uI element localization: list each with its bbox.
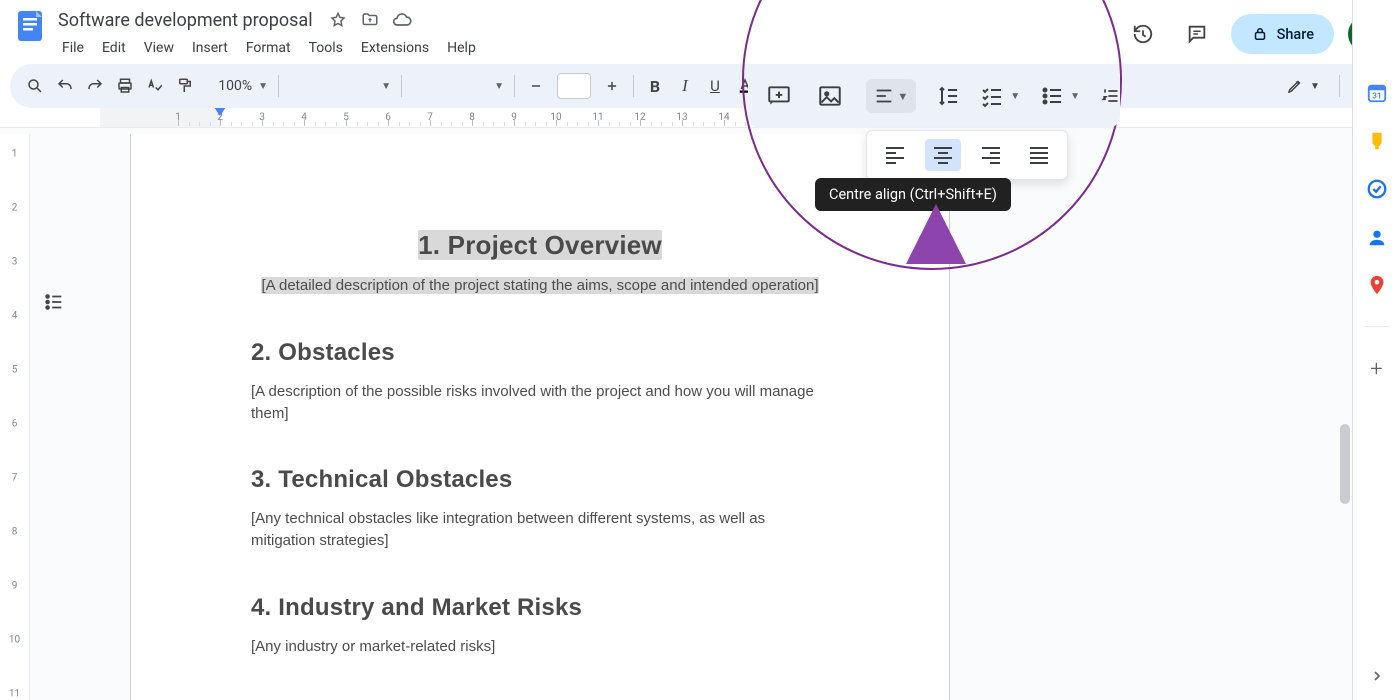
section-heading[interactable]: 2. Obstacles (251, 339, 829, 367)
italic-button[interactable]: I (670, 71, 700, 101)
editing-mode-dropdown[interactable]: ▼ (1273, 71, 1333, 101)
comments-button[interactable] (1177, 14, 1217, 54)
side-panel: 31 + (1352, 0, 1400, 700)
separator (633, 75, 634, 97)
styles-dropdown[interactable]: ▼ (285, 71, 395, 101)
section-body[interactable]: [Any industry or market-related risks] (251, 636, 829, 658)
section-heading[interactable]: 1. Project Overview (251, 230, 829, 261)
font-size-input[interactable] (557, 73, 591, 99)
separator (514, 75, 515, 97)
toolbar: 100%▼ ▼ ▼ B I U ▼ (10, 64, 1390, 108)
section-body[interactable]: [A detailed description of the project s… (251, 275, 829, 297)
search-menus-button[interactable] (20, 71, 50, 101)
section-heading[interactable]: 4. Industry and Market Risks (251, 594, 829, 622)
app-header: Software development proposal File Edit … (0, 0, 1400, 60)
menu-format[interactable]: Format (238, 36, 299, 60)
svg-text:31: 31 (1372, 92, 1381, 102)
align-justify-option[interactable] (1021, 139, 1057, 171)
star-icon[interactable] (327, 9, 349, 31)
font-size-increase[interactable] (597, 71, 627, 101)
print-button[interactable] (110, 71, 140, 101)
paint-format-button[interactable] (170, 71, 200, 101)
numbered-list-button[interactable] (1100, 79, 1120, 113)
undo-button[interactable] (50, 71, 80, 101)
vertical-ruler[interactable]: 1234567891011 (0, 134, 30, 700)
keep-app-icon[interactable] (1366, 130, 1388, 152)
tasks-app-icon[interactable] (1366, 178, 1388, 200)
zoom-value: 100% (218, 78, 252, 94)
redo-button[interactable] (80, 71, 110, 101)
insert-image-button[interactable] (815, 79, 846, 113)
share-label: Share (1277, 26, 1314, 43)
side-panel-separator (1365, 326, 1389, 327)
align-options-popup (866, 130, 1068, 180)
calendar-app-icon[interactable]: 31 (1366, 82, 1388, 104)
workspace: 1234567891011 1. Project Overview [A deta… (0, 134, 1352, 700)
cloud-saved-icon[interactable] (391, 9, 413, 31)
magnified-toolbar-segment: ▼ ▼ ▼ (748, 64, 1120, 128)
tooltip: Centre align (Ctrl+Shift+E) (815, 178, 1011, 211)
checklist-button[interactable]: ▼ (980, 84, 1020, 108)
spellcheck-button[interactable] (140, 71, 170, 101)
align-center-option[interactable] (925, 139, 961, 171)
font-size-decrease[interactable] (521, 71, 551, 101)
menu-extensions[interactable]: Extensions (353, 36, 437, 60)
version-history-button[interactable] (1123, 14, 1163, 54)
font-family-dropdown[interactable]: ▼ (408, 71, 508, 101)
align-dropdown-button[interactable]: ▼ (866, 79, 917, 113)
menu-file[interactable]: File (54, 36, 92, 60)
vertical-scrollbar[interactable] (1338, 134, 1352, 700)
document-page[interactable]: 1. Project Overview [A detailed descripti… (130, 134, 950, 700)
get-addons-button[interactable]: + (1370, 357, 1382, 382)
separator (401, 75, 402, 97)
contacts-app-icon[interactable] (1366, 226, 1388, 248)
section-body[interactable]: [Any technical obstacles like integratio… (251, 508, 829, 552)
share-button[interactable]: Share (1231, 14, 1334, 54)
zoom-dropdown[interactable]: 100%▼ (200, 71, 272, 101)
hide-side-panel-button[interactable] (1369, 668, 1385, 688)
separator (1339, 75, 1340, 97)
menu-edit[interactable]: Edit (94, 36, 134, 60)
separator (278, 75, 279, 97)
align-right-option[interactable] (973, 139, 1009, 171)
add-comment-button[interactable] (764, 79, 795, 113)
line-spacing-button[interactable] (936, 84, 960, 108)
menu-tools[interactable]: Tools (301, 36, 351, 60)
docs-logo[interactable] (10, 6, 50, 46)
section-body[interactable]: [A description of the possible risks inv… (251, 381, 829, 425)
horizontal-ruler[interactable]: 123456789101112131415161718 (0, 108, 1400, 128)
align-left-option[interactable] (877, 139, 913, 171)
underline-button[interactable]: U (700, 71, 730, 101)
move-to-folder-icon[interactable] (359, 9, 381, 31)
section-heading[interactable]: 3. Technical Obstacles (251, 466, 829, 494)
bulleted-list-button[interactable]: ▼ (1040, 84, 1080, 108)
menu-insert[interactable]: Insert (184, 36, 236, 60)
bold-button[interactable]: B (640, 71, 670, 101)
menu-view[interactable]: View (136, 36, 182, 60)
maps-app-icon[interactable] (1366, 274, 1388, 296)
menu-help[interactable]: Help (439, 36, 484, 60)
menu-bar: File Edit View Insert Format Tools Exten… (54, 36, 1123, 60)
document-title[interactable]: Software development proposal (54, 10, 317, 31)
